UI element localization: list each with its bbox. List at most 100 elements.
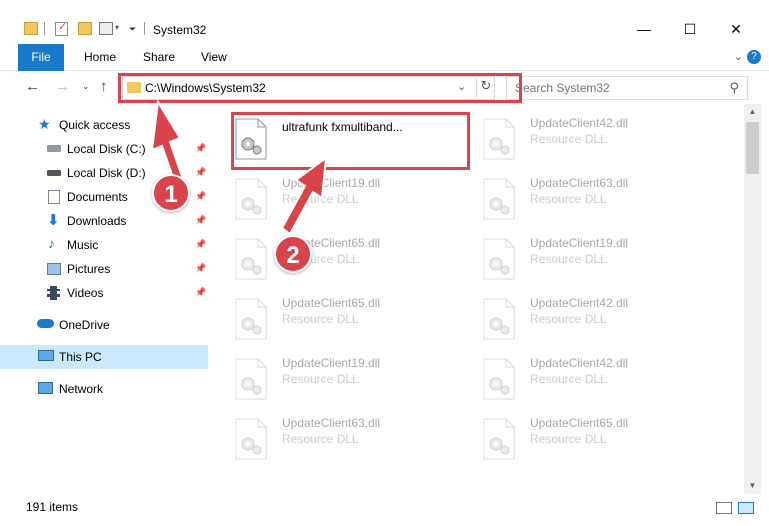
- file-type: Resource DLL: [530, 192, 607, 206]
- sidebar-item-label: Music: [67, 238, 99, 252]
- dll-file-icon: [235, 418, 267, 460]
- minimize-button[interactable]: —: [621, 14, 667, 44]
- quick-access-toolbar-dropdown-icon[interactable]: ⏷: [129, 24, 136, 35]
- sidebar-item-label: Local Disk (D:): [67, 166, 146, 180]
- item-count: 191 items: [26, 500, 79, 514]
- drive-icon: [47, 170, 61, 176]
- dll-file-icon: [483, 418, 515, 460]
- tab-file[interactable]: File: [18, 44, 64, 71]
- maximize-button[interactable]: ☐: [667, 14, 713, 44]
- scroll-up-icon[interactable]: ▲: [744, 104, 761, 120]
- dll-file-icon: [235, 238, 267, 280]
- file-tile[interactable]: UpdateClient63.dll Resource DLL: [456, 172, 686, 224]
- large-icons-view-icon[interactable]: [738, 502, 754, 514]
- dll-file-icon: [235, 298, 267, 340]
- search-box[interactable]: ⚲: [506, 76, 748, 100]
- file-tile[interactable]: UpdateClient65.dll Resource DLL: [456, 412, 686, 464]
- search-icon[interactable]: ⚲: [729, 80, 739, 96]
- pin-icon[interactable]: 📌: [195, 239, 206, 250]
- title-bar: ✓ ▾ ⏷ System32 — ☐ ✕: [0, 0, 769, 44]
- file-tile[interactable]: UpdateClient42.dll Resource DLL: [456, 352, 686, 404]
- search-input[interactable]: [507, 77, 727, 99]
- ribbon-tabs: File Home Share View ⌄ ?: [0, 44, 769, 71]
- file-name: UpdateClient65.dll: [282, 296, 381, 310]
- file-name: UpdateClient42.dll: [530, 356, 629, 370]
- sidebar-item-this-pc[interactable]: This PC: [0, 345, 208, 369]
- file-name: UpdateClient65.dll: [530, 416, 629, 430]
- customize-quick-access-icon[interactable]: [99, 22, 113, 35]
- music-icon: ♪: [48, 235, 55, 251]
- tab-home[interactable]: Home: [72, 44, 128, 71]
- sidebar-item-onedrive[interactable]: OneDrive: [0, 314, 208, 336]
- file-type: Resource DLL: [530, 372, 607, 386]
- scroll-thumb[interactable]: [746, 122, 759, 174]
- dll-file-icon: [483, 118, 515, 160]
- sidebar-item-label: Videos: [67, 286, 104, 300]
- back-arrow-icon[interactable]: ←: [25, 78, 40, 95]
- details-view-icon[interactable]: [716, 502, 732, 514]
- pin-icon[interactable]: 📌: [195, 215, 206, 226]
- pin-icon[interactable]: 📌: [195, 287, 206, 298]
- file-tile[interactable]: UpdateClient19.dll Resource DLL: [208, 352, 438, 404]
- status-bar: 191 items: [0, 494, 769, 526]
- sidebar-item-label: Network: [59, 382, 104, 396]
- scroll-down-icon[interactable]: ▼: [744, 478, 761, 494]
- up-arrow-icon[interactable]: ↑: [100, 78, 108, 95]
- properties-icon[interactable]: ✓: [55, 21, 68, 36]
- file-type: Resource DLL: [282, 312, 359, 326]
- file-tile[interactable]: UpdateClient65.dll Resource DLL: [208, 292, 438, 344]
- close-icon: ✕: [730, 20, 742, 37]
- file-name: UpdateClient19.dll: [282, 356, 381, 370]
- pin-icon[interactable]: 📌: [195, 263, 206, 274]
- sidebar-item-network[interactable]: Network: [0, 378, 208, 400]
- chevron-down-icon[interactable]: ⌄: [734, 50, 743, 63]
- vertical-scrollbar[interactable]: ▲ ▼: [744, 104, 761, 494]
- window-title: System32: [153, 23, 207, 37]
- sidebar-item-label: OneDrive: [59, 318, 110, 332]
- pc-icon: [38, 350, 54, 361]
- minimize-icon: —: [637, 21, 651, 37]
- pictures-icon: [47, 263, 61, 275]
- sidebar-item-label: Downloads: [67, 214, 127, 228]
- forward-arrow-icon[interactable]: →: [55, 78, 70, 95]
- file-highlight: [231, 112, 470, 170]
- file-name: UpdateClient42.dll: [530, 296, 629, 310]
- arrow-to-file: [280, 155, 328, 236]
- sidebar-item-music[interactable]: ♪ Music 📌: [0, 234, 208, 256]
- new-folder-icon[interactable]: [78, 22, 92, 35]
- file-tile[interactable]: UpdateClient42.dll Resource DLL: [456, 292, 686, 344]
- file-type: Resource DLL: [282, 372, 359, 386]
- tab-share[interactable]: Share: [131, 44, 187, 71]
- network-icon: [38, 382, 53, 394]
- folder-icon[interactable]: [24, 22, 38, 35]
- sidebar-item-label: This PC: [59, 350, 102, 364]
- sidebar-item-videos[interactable]: Videos 📌: [0, 282, 208, 304]
- sidebar-item-label: Pictures: [67, 262, 111, 276]
- sidebar-item-downloads[interactable]: ⬇ Downloads 📌: [0, 210, 208, 232]
- sidebar-item-label: Local Disk (C:): [67, 142, 146, 156]
- sidebar-item-pictures[interactable]: Pictures 📌: [0, 258, 208, 280]
- file-name: UpdateClient42.dll: [530, 116, 629, 130]
- file-tile[interactable]: UpdateClient42.dll Resource DLL: [456, 112, 686, 164]
- videos-icon: [47, 286, 60, 300]
- dll-file-icon: [235, 178, 267, 220]
- help-icon[interactable]: ?: [747, 50, 761, 64]
- file-tile[interactable]: UpdateClient63.dll Resource DLL: [208, 412, 438, 464]
- file-type: Resource DLL: [530, 312, 607, 326]
- recent-locations-icon[interactable]: ⌄: [82, 81, 90, 92]
- separator: [144, 22, 145, 35]
- download-icon: ⬇: [47, 212, 60, 229]
- sidebar-item-label: Quick access: [59, 118, 131, 132]
- dropdown-arrow-icon[interactable]: ▾: [115, 23, 119, 32]
- maximize-icon: ☐: [683, 20, 697, 37]
- close-button[interactable]: ✕: [713, 14, 759, 44]
- file-name: UpdateClient19.dll: [530, 236, 629, 250]
- file-type: Resource DLL: [530, 132, 607, 146]
- dll-file-icon: [483, 358, 515, 400]
- tab-view[interactable]: View: [189, 44, 239, 71]
- dll-file-icon: [235, 358, 267, 400]
- file-tile[interactable]: UpdateClient19.dll Resource DLL: [456, 232, 686, 284]
- dll-file-icon: [483, 178, 515, 220]
- file-name: UpdateClient63.dll: [282, 416, 381, 430]
- cloud-icon: [37, 319, 54, 328]
